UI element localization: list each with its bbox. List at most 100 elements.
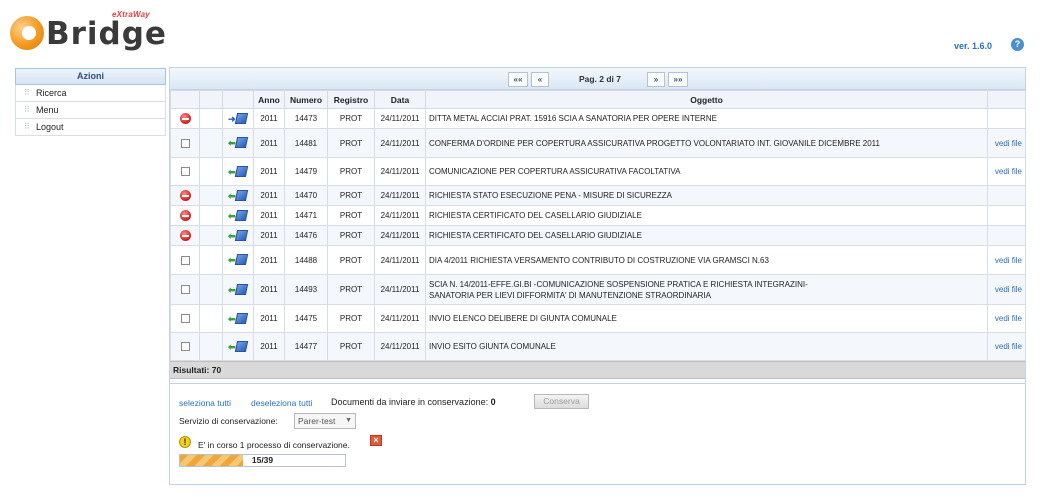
cell-oggetto: SCIA N. 14/2011-EFFE.GI.BI -COMUNICAZION… [425,274,988,305]
cell-oggetto: INVIO ESITO GIUNTA COMUNALE [425,332,988,361]
col-header-anno[interactable]: Anno [253,90,285,109]
col-header-blank [199,90,223,109]
remove-icon[interactable] [179,113,191,124]
col-header-oggetto[interactable]: Oggetto [425,90,988,109]
row-blank-cell [199,185,223,206]
table-row[interactable]: ⬅ 2011 14470 PROT 24/11/2011 RICHIESTA STATO … [170,185,1026,206]
row-checkbox[interactable] [180,342,190,352]
next-page-button[interactable]: » [647,72,665,87]
incoming-mail-icon: ⬅ [228,209,249,222]
cell-data: 24/11/2011 [374,205,426,226]
table-header-row: Anno Numero Registro Data Oggetto [170,90,1026,109]
select-all-link[interactable]: seleziona tutti [179,398,231,408]
row-direction-cell: ⬅ [222,245,254,275]
service-select[interactable]: Parer-test ▼ [294,413,356,429]
cancel-process-icon[interactable]: × [370,435,382,446]
table-row[interactable]: ⬅ 2011 14488 PROT 24/11/2011 DIA 4/2011 RICHI… [170,245,1026,275]
cell-anno: 2011 [253,245,285,275]
docs-to-send-count: 0 [490,397,496,407]
view-file-link[interactable]: vedi file [987,157,1026,186]
row-direction-cell: ⬅ [222,157,254,186]
table-row[interactable]: ⬅ 2011 14477 PROT 24/11/2011 INVIO ESITO GIUN… [170,332,1026,361]
docs-to-send-text: Documenti da inviare in conservazione: [331,397,489,407]
incoming-mail-icon: ⬅ [228,137,249,149]
cell-registro: PROT [327,245,375,275]
view-file-link[interactable]: vedi file [987,332,1026,361]
incoming-mail-icon: ⬅ [228,254,249,266]
cell-numero: 14475 [284,304,328,333]
results-count: Risultati: 70 [170,361,1025,379]
help-icon[interactable]: ? [1011,38,1024,51]
remove-icon[interactable] [179,190,191,201]
incoming-mail-icon: ⬅ [228,312,249,325]
conservation-progress-bar: 15/39 [179,454,346,467]
col-header-files [987,90,1026,109]
view-file-link [987,185,1026,206]
actions-sidebar: Azioni ⠿ Ricerca ⠿ Menu ⠿ Logout [15,68,166,136]
row-checkbox[interactable] [180,285,190,295]
sidebar-item-ricerca[interactable]: ⠿ Ricerca [15,85,166,102]
cell-anno: 2011 [253,205,285,226]
remove-icon[interactable] [179,210,191,221]
incoming-mail-icon: ⬅ [228,189,249,202]
deselect-all-link[interactable]: deseleziona tutti [251,398,312,408]
view-file-link[interactable]: vedi file [987,274,1026,305]
grip-dots-icon: ⠿ [24,122,30,131]
cell-numero: 14493 [284,274,328,305]
table-row[interactable]: ⬅ 2011 14479 PROT 24/11/2011 COMUNICAZIONE PE… [170,157,1026,186]
chevron-down-icon: ▼ [345,417,352,424]
grip-dots-icon: ⠿ [24,88,30,97]
cell-data: 24/11/2011 [374,128,426,158]
prev-page-button[interactable]: « [531,72,549,87]
conserva-button[interactable]: Conserva [534,394,589,409]
cell-data: 24/11/2011 [374,185,426,206]
cell-oggetto: DITTA METAL ACCIAI PRAT. 15916 SCIA A SA… [425,108,988,129]
col-header-numero[interactable]: Numero [284,90,328,109]
documents-table: Anno Numero Registro Data Oggetto ➜ 2011 1… [170,90,1026,361]
progress-text: 15/39 [251,455,274,465]
sidebar-item-logout[interactable]: ⠿ Logout [15,119,166,136]
cell-numero: 14471 [284,205,328,226]
cell-numero: 14488 [284,245,328,275]
cell-anno: 2011 [253,128,285,158]
cell-data: 24/11/2011 [374,304,426,333]
row-blank-cell [199,245,223,275]
table-row[interactable]: ➜ 2011 14473 PROT 24/11/2011 DITTA METAL ACCI… [170,108,1026,129]
table-row[interactable]: ⬅ 2011 14471 PROT 24/11/2011 RICHIESTA CERTIF… [170,205,1026,226]
col-header-direction [222,90,254,109]
row-checkbox[interactable] [180,167,190,177]
row-blank-cell [199,128,223,158]
col-header-data[interactable]: Data [374,90,426,109]
cell-registro: PROT [327,128,375,158]
cell-anno: 2011 [253,274,285,305]
sidebar-item-label: Menu [36,105,59,115]
remove-icon[interactable] [179,230,191,241]
table-row[interactable]: ⬅ 2011 14493 PROT 24/11/2011 SCIA N. 14/2011-… [170,274,1026,305]
sidebar-item-menu[interactable]: ⠿ Menu [15,102,166,119]
view-file-link [987,108,1026,129]
view-file-link [987,205,1026,226]
view-file-link[interactable]: vedi file [987,245,1026,275]
row-action-cell [170,332,200,361]
table-row[interactable]: ⬅ 2011 14476 PROT 24/11/2011 RICHIESTA CERTIF… [170,225,1026,246]
row-direction-cell: ⬅ [222,225,254,246]
table-row[interactable]: ⬅ 2011 14481 PROT 24/11/2011 CONFERMA D'ORDIN… [170,128,1026,158]
cell-registro: PROT [327,157,375,186]
row-checkbox[interactable] [180,138,190,148]
view-file-link[interactable]: vedi file [987,128,1026,158]
last-page-button[interactable]: »» [668,72,688,87]
col-header-registro[interactable]: Registro [327,90,375,109]
first-page-button[interactable]: «« [508,72,528,87]
sidebar-item-label: Logout [36,122,64,132]
row-action-cell [170,304,200,333]
logo-wordmark: Bridge [46,16,167,52]
row-checkbox[interactable] [180,314,190,324]
view-file-link[interactable]: vedi file [987,304,1026,333]
logo-mark-icon [10,16,44,50]
row-checkbox[interactable] [180,255,190,265]
cell-data: 24/11/2011 [374,108,426,129]
cell-data: 24/11/2011 [374,225,426,246]
cell-registro: PROT [327,108,375,129]
table-row[interactable]: ⬅ 2011 14475 PROT 24/11/2011 INVIO ELENCO DEL… [170,304,1026,333]
row-blank-cell [199,225,223,246]
